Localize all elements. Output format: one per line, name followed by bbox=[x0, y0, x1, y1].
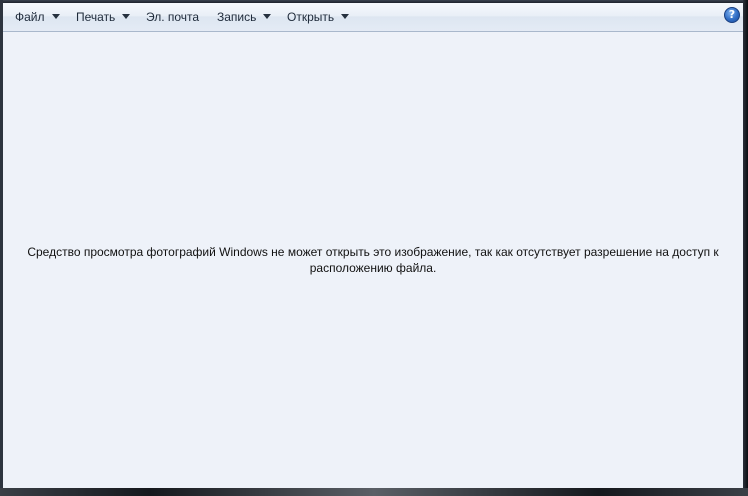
window-frame-bottom bbox=[0, 488, 748, 496]
help-button[interactable]: ? bbox=[724, 7, 740, 23]
chevron-down-icon bbox=[122, 14, 131, 20]
error-message-line-1: Средство просмотра фотографий Windows не… bbox=[27, 245, 719, 259]
window-frame-right bbox=[743, 0, 748, 496]
error-message-line-2: расположению файла. bbox=[309, 261, 437, 275]
menu-burn-label: Запись bbox=[217, 10, 257, 24]
chevron-down-icon bbox=[51, 14, 60, 20]
image-display-area: Средство просмотра фотографий Windows не… bbox=[3, 32, 743, 488]
menu-print[interactable]: Печать bbox=[76, 7, 131, 27]
menu-file[interactable]: Файл bbox=[15, 7, 60, 27]
menu-email-label: Эл. почта bbox=[146, 10, 200, 24]
menu-bar: Файл Печать Эл. почта Запись Открыть ? bbox=[3, 3, 745, 32]
menu-print-label: Печать bbox=[76, 10, 116, 24]
menu-email[interactable]: Эл. почта bbox=[146, 7, 199, 27]
menu-file-label: Файл bbox=[15, 10, 45, 24]
chevron-down-icon bbox=[341, 14, 350, 20]
chevron-down-icon bbox=[263, 14, 272, 20]
error-message: Средство просмотра фотографий Windows не… bbox=[23, 244, 723, 276]
menu-open[interactable]: Открыть bbox=[287, 7, 350, 27]
menu-burn[interactable]: Запись bbox=[217, 7, 272, 27]
menu-open-label: Открыть bbox=[287, 10, 335, 24]
question-mark-icon: ? bbox=[728, 8, 736, 21]
photo-viewer-window: Файл Печать Эл. почта Запись Открыть ? С… bbox=[0, 0, 748, 496]
